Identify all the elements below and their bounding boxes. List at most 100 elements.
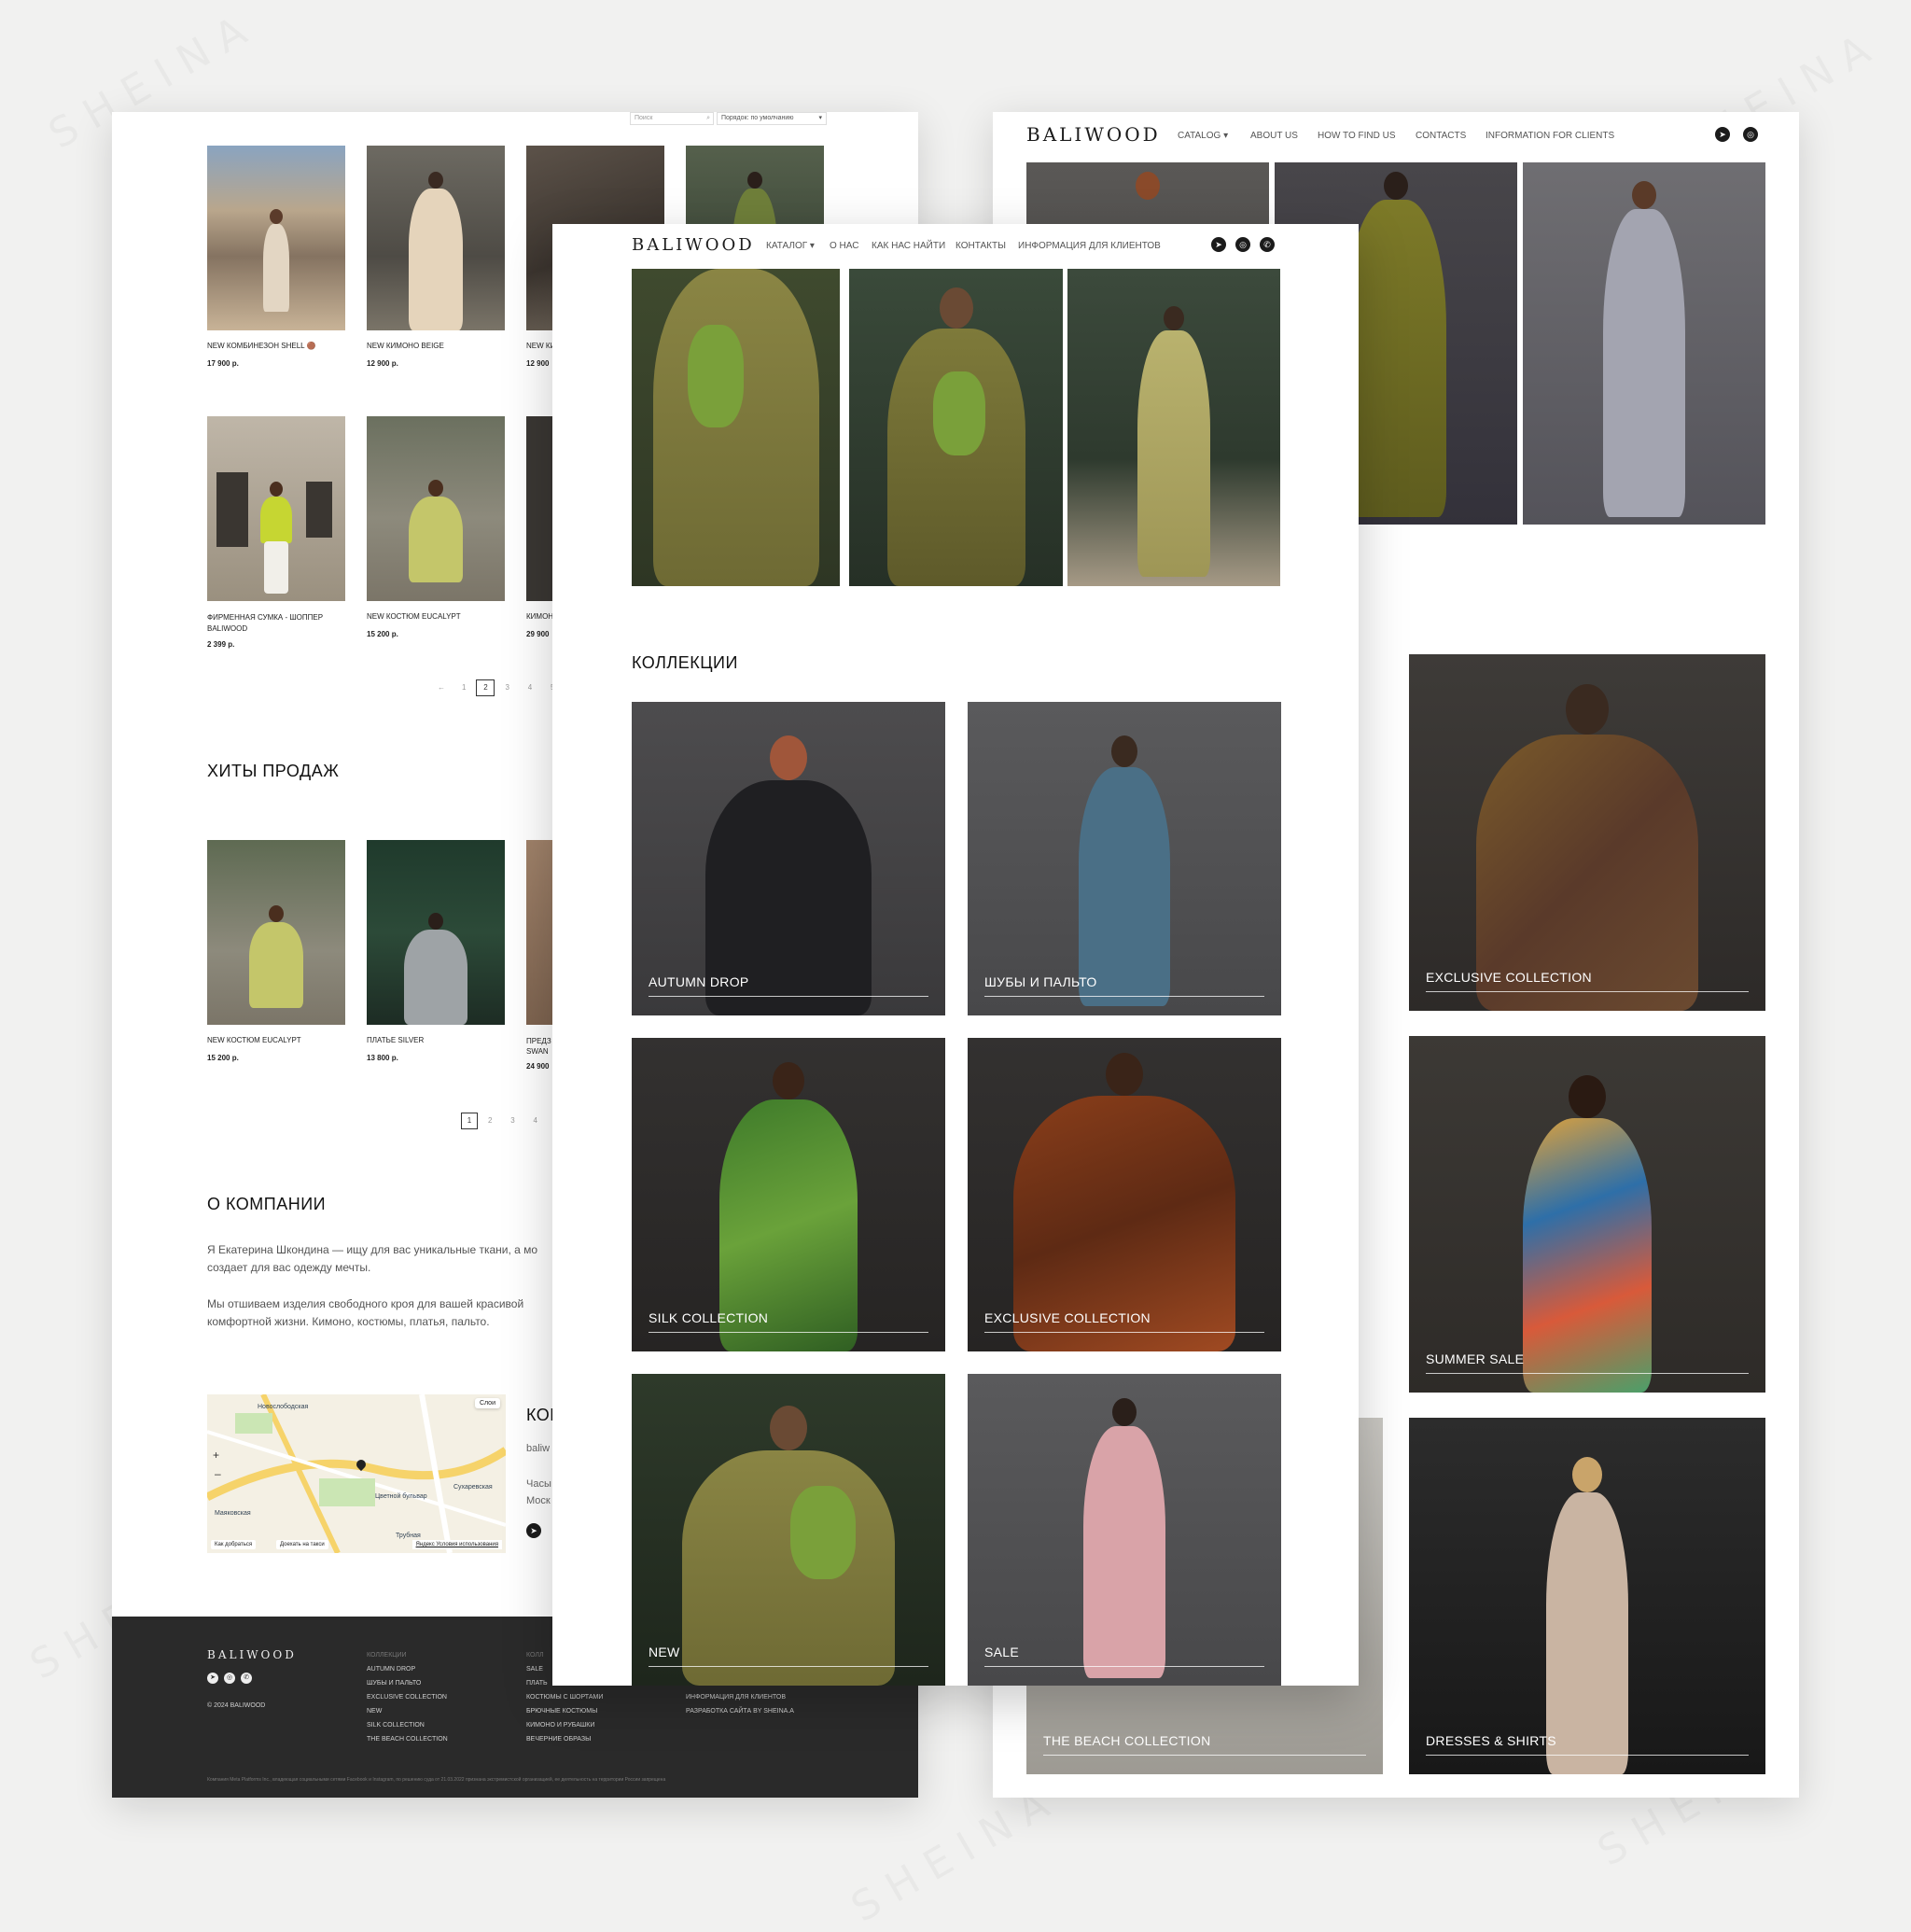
collection-underline — [649, 1332, 928, 1333]
collection-tile[interactable]: SALE — [968, 1374, 1281, 1686]
product-card[interactable]: NEW КОМБИНЕЗОН SHELL 🟤 17 900 р. — [207, 146, 345, 368]
collection-tile[interactable]: EXCLUSIVE COLLECTION — [1409, 654, 1765, 1011]
pagination-page[interactable]: 4 — [520, 683, 540, 692]
footer-link[interactable]: NEW — [367, 1704, 448, 1718]
nav-about[interactable]: ABOUT US — [1250, 131, 1298, 141]
hero-photo — [849, 269, 1063, 586]
collection-label: SILK COLLECTION — [649, 1310, 769, 1325]
nav-info-clients[interactable]: ИНФОРМАЦИЯ ДЛЯ КЛИЕНТОВ — [1018, 241, 1161, 251]
whatsapp-icon[interactable]: ✆ — [1260, 237, 1275, 252]
product-price: 12 900 р. — [367, 359, 398, 368]
telegram-icon[interactable]: ➤ — [1715, 127, 1730, 142]
footer-link[interactable]: РАЗРАБОТКА САЙТА BY SHEINA.A — [686, 1704, 794, 1718]
pagination: 1 2 3 4 — [461, 1113, 546, 1129]
nav-info-clients[interactable]: INFORMATION FOR CLIENTS — [1486, 131, 1614, 141]
footer-logo[interactable]: BALIWOOD — [207, 1648, 297, 1661]
product-name: NEW КОМБИНЕЗОН SHELL 🟤 — [207, 342, 316, 350]
footer-link[interactable]: EXCLUSIVE COLLECTION — [367, 1690, 448, 1704]
collection-underline — [1426, 1373, 1749, 1374]
pagination-page[interactable]: 3 — [502, 1116, 523, 1125]
nav-contacts[interactable]: КОНТАКТЫ — [956, 241, 1006, 251]
footer-link[interactable]: ШУБЫ И ПАЛЬТО — [367, 1676, 448, 1690]
collection-tile[interactable]: NEW — [632, 1374, 945, 1686]
map-zoom-out[interactable]: – — [215, 1467, 221, 1480]
footer-disclaimer: Компания Meta Platforms Inc., владеющая … — [207, 1777, 666, 1783]
collection-tile[interactable]: SUMMER SALE — [1409, 1036, 1765, 1393]
hero-photo — [1523, 162, 1765, 525]
pagination: ← 1 2 3 4 5 — [431, 679, 563, 696]
pagination-page[interactable]: 4 — [525, 1116, 546, 1125]
collection-label: EXCLUSIVE COLLECTION — [984, 1310, 1151, 1325]
logo[interactable]: BALIWOOD — [632, 235, 755, 255]
pagination-prev[interactable]: ← — [431, 683, 452, 692]
instagram-icon[interactable]: ◎ — [1743, 127, 1758, 142]
nav-contacts[interactable]: CONTACTS — [1416, 131, 1466, 141]
collection-tile[interactable]: EXCLUSIVE COLLECTION — [968, 1038, 1281, 1351]
search-input[interactable]: Поиск ⌕ — [630, 112, 714, 125]
product-photo — [207, 840, 345, 1025]
map-layers-button[interactable]: Слои — [474, 1398, 500, 1408]
product-photo — [207, 416, 345, 601]
footer-link[interactable]: БРЮЧНЫЕ КОСТЮМЫ — [526, 1704, 603, 1718]
instagram-icon[interactable]: ◎ — [1235, 237, 1250, 252]
about-text-2: Мы отшиваем изделия свободного кроя для … — [207, 1297, 524, 1328]
sort-select[interactable]: Порядок: по умолчанию ▾ — [717, 112, 827, 125]
product-card[interactable]: ПЛАТЬЕ SILVER 13 800 р. — [367, 840, 505, 1062]
product-photo — [367, 416, 505, 601]
nav-how-to-find[interactable]: КАК НАС НАЙТИ — [872, 241, 945, 251]
product-price: 2 399 р. — [207, 640, 235, 649]
nav-about[interactable]: О НАС — [830, 241, 858, 251]
pagination-page-current[interactable]: 2 — [476, 679, 495, 696]
product-name: ПЛАТЬЕ SILVER — [367, 1036, 425, 1044]
footer-link[interactable]: ВЕЧЕРНИЕ ОБРАЗЫ — [526, 1732, 603, 1746]
collection-label: THE BEACH COLLECTION — [1043, 1733, 1211, 1748]
collection-label: ШУБЫ И ПАЛЬТО — [984, 974, 1097, 989]
map-taxi-button[interactable]: Доехать на такси — [276, 1540, 328, 1549]
product-price: 15 200 р. — [207, 1054, 239, 1062]
footer-link[interactable]: THE BEACH COLLECTION — [367, 1732, 448, 1746]
product-name: NEW КИМОНО BEIGE — [367, 342, 444, 350]
collection-underline — [1043, 1755, 1366, 1756]
nav-catalog[interactable]: CATALOG ▾ — [1178, 131, 1228, 141]
footer-link[interactable]: КИМОНО И РУБАШКИ — [526, 1718, 603, 1732]
collection-tile[interactable]: ШУБЫ И ПАЛЬТО — [968, 702, 1281, 1015]
collection-label: AUTUMN DROP — [649, 974, 749, 989]
collection-tile[interactable]: AUTUMN DROP — [632, 702, 945, 1015]
telegram-icon[interactable]: ➤ — [1211, 237, 1226, 252]
footer-link[interactable]: ИНФОРМАЦИЯ ДЛЯ КЛИЕНТОВ — [686, 1690, 794, 1704]
map-label: Маяковская — [215, 1510, 251, 1517]
collection-tile[interactable]: SILK COLLECTION — [632, 1038, 945, 1351]
contacts-line: baliw — [526, 1443, 551, 1454]
footer-link[interactable]: AUTUMN DROP — [367, 1662, 448, 1676]
map-zoom-in[interactable]: + — [213, 1449, 219, 1462]
product-price: 13 800 р. — [367, 1054, 398, 1062]
product-card[interactable]: NEW КИМОНО BEIGE 12 900 р. — [367, 146, 505, 368]
whatsapp-icon[interactable]: ✆ — [241, 1673, 252, 1684]
telegram-icon[interactable]: ➤ — [526, 1523, 541, 1538]
map-route-button[interactable]: Как добраться — [211, 1540, 257, 1549]
product-card[interactable]: NEW КОСТЮМ EUCALYPT 15 200 р. — [207, 840, 345, 1062]
nav-catalog[interactable]: КАТАЛОГ ▾ — [766, 241, 815, 251]
map-label: Цветной бульвар — [375, 1493, 427, 1500]
collection-tile[interactable]: DRESSES & SHIRTS — [1409, 1418, 1765, 1774]
product-photo — [367, 146, 505, 330]
collection-underline — [1426, 991, 1749, 992]
map-roads — [207, 1394, 506, 1553]
pagination-page[interactable]: 1 — [453, 683, 474, 692]
product-name: ПРЕДЗ SWAN — [526, 1037, 551, 1056]
instagram-icon[interactable]: ◎ — [224, 1673, 235, 1684]
telegram-icon[interactable]: ➤ — [207, 1673, 218, 1684]
product-card[interactable]: NEW КОСТЮМ EUCALYPT 15 200 р. — [367, 416, 505, 638]
product-name: NEW КОСТЮМ EUCALYPT — [207, 1036, 301, 1044]
map-terms-link[interactable]: Яндекс Условия использования — [411, 1540, 502, 1549]
collection-label: DRESSES & SHIRTS — [1426, 1733, 1556, 1748]
pagination-page[interactable]: 2 — [480, 1116, 500, 1125]
footer-link[interactable]: SILK COLLECTION — [367, 1718, 448, 1732]
pagination-page-current[interactable]: 1 — [461, 1113, 478, 1129]
nav-how-to-find[interactable]: HOW TO FIND US — [1318, 131, 1396, 141]
logo[interactable]: BALIWOOD — [1026, 123, 1161, 146]
product-card[interactable]: ФИРМЕННАЯ СУМКА - ШОППЕР BALIWOOD 2 399 … — [207, 416, 345, 649]
pagination-page[interactable]: 3 — [497, 683, 518, 692]
footer-link[interactable]: КОСТЮМЫ С ШОРТАМИ — [526, 1690, 603, 1704]
map[interactable]: Слои + – Новослободская Сухаревская Цвет… — [207, 1394, 506, 1553]
